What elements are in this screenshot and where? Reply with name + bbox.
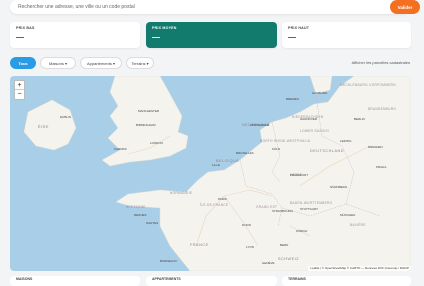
filter-land-label: Terrains [131, 61, 146, 66]
region-label: LOWER SAXONY [300, 129, 330, 133]
city-label: ZÜRICH [296, 229, 307, 233]
city-label: DRESDEN [368, 145, 383, 149]
region-label: BADEN-WÜRTTEMBERG [290, 201, 333, 205]
price-card-value: — [152, 33, 160, 42]
city-label: DUBLIN [60, 115, 71, 119]
city-label: PARIS [218, 197, 227, 201]
price-card-label: PRIX HAUT [288, 26, 310, 30]
price-card-value: — [16, 33, 24, 42]
price-card-label: PRIX BAS [16, 26, 35, 30]
filter-all[interactable]: Tous [10, 57, 36, 69]
region-label: ÎLE-DE-FRANCE [199, 203, 228, 207]
result-card-label: TERRAINS [288, 277, 306, 281]
city-label: BRUXELLES [236, 151, 254, 155]
city-label: LONDON [150, 141, 163, 145]
city-label: FRANKFURT [290, 173, 308, 177]
zoom-control: + − [14, 80, 25, 100]
region-label: BRETAGNE [126, 205, 146, 209]
city-label: RENNES [134, 213, 147, 217]
city-label: NÜRNBERG [330, 185, 348, 189]
country-label: SCHWEIZ [278, 257, 299, 261]
result-card-houses[interactable]: MAISONS [10, 276, 140, 286]
city-label: GENÈVE [262, 260, 275, 265]
map[interactable]: FRANCE BELGIQUE NEDERLAND DEUTSCHLAND ÉI… [10, 76, 411, 271]
map-attribution: Leaflet | © OpenStreetMap © CARTO — Donn… [308, 266, 411, 271]
country-label: FRANCE [190, 243, 209, 247]
filter-houses[interactable]: Maisons ▾ [40, 57, 76, 69]
price-card-value: — [288, 33, 296, 42]
city-label: BERN [280, 243, 288, 247]
city-label: STRASBOURG [272, 209, 294, 213]
city-label: DIJON [242, 223, 251, 227]
region-label: NORTH RHINE-WESTPHALIA [260, 139, 311, 143]
city-label: BREMEN [286, 97, 299, 101]
region-label: MECKLENBURG-VORPOMMERN [340, 83, 396, 87]
city-label: BIRMINGHAM [136, 123, 156, 127]
result-card-apartments[interactable]: APPARTEMENTS [146, 276, 277, 286]
city-label: HANNOVER [300, 117, 318, 121]
country-label: DEUTSCHLAND [310, 149, 344, 153]
price-card-low: PRIX BAS — [10, 22, 140, 48]
city-label: STUTTGART [300, 207, 318, 211]
city-label: HAMBURG [312, 91, 328, 95]
filter-apartments-label: Appartements [86, 61, 112, 66]
filter-houses-label: Maisons [48, 61, 64, 66]
chevron-down-icon: ▾ [145, 61, 149, 66]
country-label: ÉIRE [38, 124, 49, 129]
filter-apartments[interactable]: Appartements ▾ [80, 57, 122, 69]
city-label: BERLIN [354, 117, 365, 121]
result-card-label: APPARTEMENTS [152, 277, 181, 281]
city-label: BORDEAUX [160, 259, 177, 263]
city-label: CARDIFF [114, 147, 127, 151]
filter-land[interactable]: Terrains ▾ [126, 57, 154, 69]
search-input[interactable] [18, 2, 348, 12]
city-label: NANTES [146, 221, 158, 225]
price-card-high: PRIX HAUT — [282, 22, 411, 48]
city-label: LEIPZIG [340, 139, 352, 143]
zoom-out-button[interactable]: − [15, 90, 24, 99]
city-label: LYON [246, 245, 254, 249]
map-tiles: FRANCE BELGIQUE NEDERLAND DEUTSCHLAND ÉI… [23, 76, 411, 271]
search-button[interactable]: Valider [390, 0, 420, 14]
region-label: NORMANDIE [170, 191, 192, 195]
property-type-filters: Tous Maisons ▾ Appartements ▾ Terrains ▾… [10, 57, 410, 69]
region-label: BAVIÈRE [350, 222, 366, 227]
city-label: MANCHESTER [138, 109, 160, 113]
result-card-land[interactable]: TERRAINS [282, 276, 411, 286]
city-label: LILLE [212, 163, 220, 167]
chevron-down-icon: ▾ [63, 61, 68, 66]
region-label: BRANDENBURG [368, 107, 396, 111]
cadastral-parcels-link[interactable]: Afficher les parcelles cadastrales [352, 60, 410, 65]
price-card-average: PRIX MOYEN — [146, 22, 277, 48]
city-label: MÜNCHEN [340, 213, 355, 217]
city-label: PRAHA [376, 165, 386, 169]
price-card-label: PRIX MOYEN [152, 26, 177, 30]
land-great-britain [101, 76, 189, 167]
chevron-down-icon: ▾ [111, 61, 116, 66]
zoom-in-button[interactable]: + [15, 81, 24, 90]
city-label: AMSTERDAM [250, 123, 270, 127]
search-bar: Valider [10, 0, 420, 14]
result-card-label: MAISONS [16, 277, 33, 281]
city-label: KÖLN [272, 147, 280, 151]
land-ireland [23, 99, 77, 151]
